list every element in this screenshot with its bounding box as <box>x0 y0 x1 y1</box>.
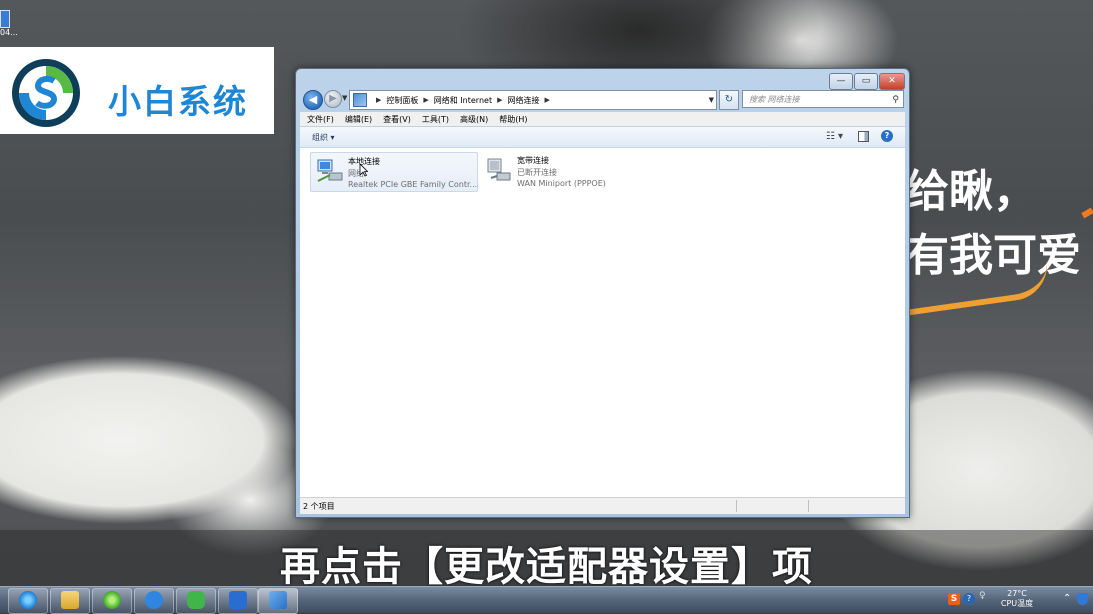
menu-advanced[interactable]: 高级(N) <box>460 114 488 125</box>
connection-name: 宽带连接 <box>517 156 549 165</box>
mouse-cursor-icon <box>359 163 368 177</box>
chevron-right-icon[interactable]: ▶ <box>544 96 549 104</box>
slogan-line-1: 给瞅， <box>905 166 1037 217</box>
internet-explorer-icon <box>19 591 37 609</box>
window-controls: — ▭ ✕ <box>828 73 905 90</box>
control-panel-icon <box>269 591 287 609</box>
taskbar-wechat[interactable] <box>176 588 216 614</box>
control-panel-icon <box>353 93 367 107</box>
list-item-local-connection[interactable]: 本地连接 网络 Realtek PCIe GBE Family Contr... <box>310 152 478 192</box>
menu-bar: 文件(F) 编辑(E) 查看(V) 工具(T) 高级(N) 帮助(H) <box>300 112 905 126</box>
wechat-icon <box>187 591 205 609</box>
search-placeholder: 搜索 网络连接 <box>749 95 800 104</box>
show-hidden-icons[interactable]: ⌃ <box>1063 593 1071 604</box>
video-subtitle: 再点击【更改适配器设置】项 <box>280 544 813 590</box>
preview-pane-icon[interactable] <box>858 131 869 142</box>
maximize-button[interactable]: ▭ <box>854 73 878 90</box>
menu-view[interactable]: 查看(V) <box>383 114 411 125</box>
menu-edit[interactable]: 编辑(E) <box>345 114 372 125</box>
cpu-temperature-label: CPU温度 <box>1000 599 1034 608</box>
menu-help[interactable]: 帮助(H) <box>499 114 527 125</box>
connection-status: 已断开连接 <box>517 168 557 177</box>
refresh-button[interactable]: ↻ <box>719 90 739 110</box>
taskbar-360-browser[interactable] <box>92 588 132 614</box>
search-input[interactable]: 搜索 网络连接 ⚲ <box>742 90 904 108</box>
network-adapter-icon <box>317 159 343 182</box>
taskbar-wps[interactable] <box>218 588 258 614</box>
breadcrumb-control-panel[interactable]: 控制面板 <box>386 95 418 106</box>
taskbar-internet-explorer[interactable] <box>8 588 48 614</box>
menu-file[interactable]: 文件(F) <box>307 114 334 125</box>
paper-plane-icon <box>145 591 163 609</box>
status-bar: 2 个项目 <box>300 497 905 514</box>
connections-list: 本地连接 网络 Realtek PCIe GBE Family Contr...… <box>300 148 905 497</box>
organize-button[interactable]: 组织 ▾ <box>312 132 335 143</box>
address-row: ◀ ▶ ▼ ▶ 控制面板 ▶ 网络和 Internet ▶ 网络连接 ▶ ▼ ↻… <box>301 89 904 111</box>
cpu-temperature-value: 27°C <box>1007 589 1027 598</box>
browser-360-icon <box>103 591 121 609</box>
chevron-right-icon[interactable]: ▶ <box>376 96 381 104</box>
logo-emblem-icon <box>12 59 80 127</box>
wps-icon <box>229 591 247 609</box>
tray-small-icon[interactable]: ♀ <box>979 591 986 601</box>
help-icon[interactable]: ? <box>881 130 893 142</box>
status-divider <box>736 500 737 512</box>
network-connections-window: — ▭ ✕ ◀ ▶ ▼ ▶ 控制面板 ▶ 网络和 Internet ▶ 网络连接… <box>295 68 910 518</box>
command-bar: 组织 ▾ ☷ ▾ ? <box>300 127 905 148</box>
breadcrumb-network-internet[interactable]: 网络和 Internet <box>434 95 492 106</box>
cpu-temperature[interactable]: 27°C CPU温度 <box>997 589 1037 609</box>
recent-pages-dropdown[interactable]: ▼ <box>342 94 347 102</box>
system-tray: S ? ♀ 27°C CPU温度 ⌃ <box>945 587 1093 613</box>
address-dropdown-icon[interactable]: ▼ <box>709 96 714 104</box>
taskbar-file-explorer[interactable] <box>50 588 90 614</box>
taskbar: S ? ♀ 27°C CPU温度 ⌃ <box>0 586 1093 614</box>
forward-button[interactable]: ▶ <box>324 90 342 108</box>
sogou-input-icon[interactable]: S <box>948 593 960 605</box>
help-tray-icon[interactable]: ? <box>963 593 975 605</box>
desktop-icon-label: 04... <box>0 28 18 37</box>
file-icon <box>0 10 10 28</box>
list-item-broadband-connection[interactable]: 宽带连接 已断开连接 WAN Miniport (PPPOE) <box>480 152 646 190</box>
security-shield-icon[interactable] <box>1077 593 1088 605</box>
chevron-right-icon[interactable]: ▶ <box>423 96 428 104</box>
logo-text: 小白系统 <box>108 82 248 121</box>
address-bar[interactable]: ▶ 控制面板 ▶ 网络和 Internet ▶ 网络连接 ▶ ▼ <box>349 90 717 110</box>
chevron-right-icon[interactable]: ▶ <box>497 96 502 104</box>
change-view-icon[interactable]: ☷ ▾ <box>826 131 843 142</box>
connection-device: Realtek PCIe GBE Family Contr... <box>348 180 478 189</box>
logo-panel: 小白系统 <box>0 47 274 134</box>
search-icon[interactable]: ⚲ <box>892 91 899 109</box>
close-button[interactable]: ✕ <box>879 73 905 90</box>
taskbar-feiyu[interactable] <box>134 588 174 614</box>
back-button[interactable]: ◀ <box>303 90 323 110</box>
connection-device: WAN Miniport (PPPOE) <box>517 179 606 188</box>
broadband-adapter-icon <box>487 158 511 181</box>
minimize-button[interactable]: — <box>829 73 853 90</box>
folder-icon <box>61 591 79 609</box>
taskbar-control-panel[interactable] <box>258 588 298 614</box>
menu-tools[interactable]: 工具(T) <box>422 114 449 125</box>
breadcrumb-network-connections[interactable]: 网络连接 <box>507 95 539 106</box>
item-count: 2 个项目 <box>303 502 335 511</box>
desktop-icon[interactable]: 04... <box>0 10 18 44</box>
status-divider <box>808 500 809 512</box>
